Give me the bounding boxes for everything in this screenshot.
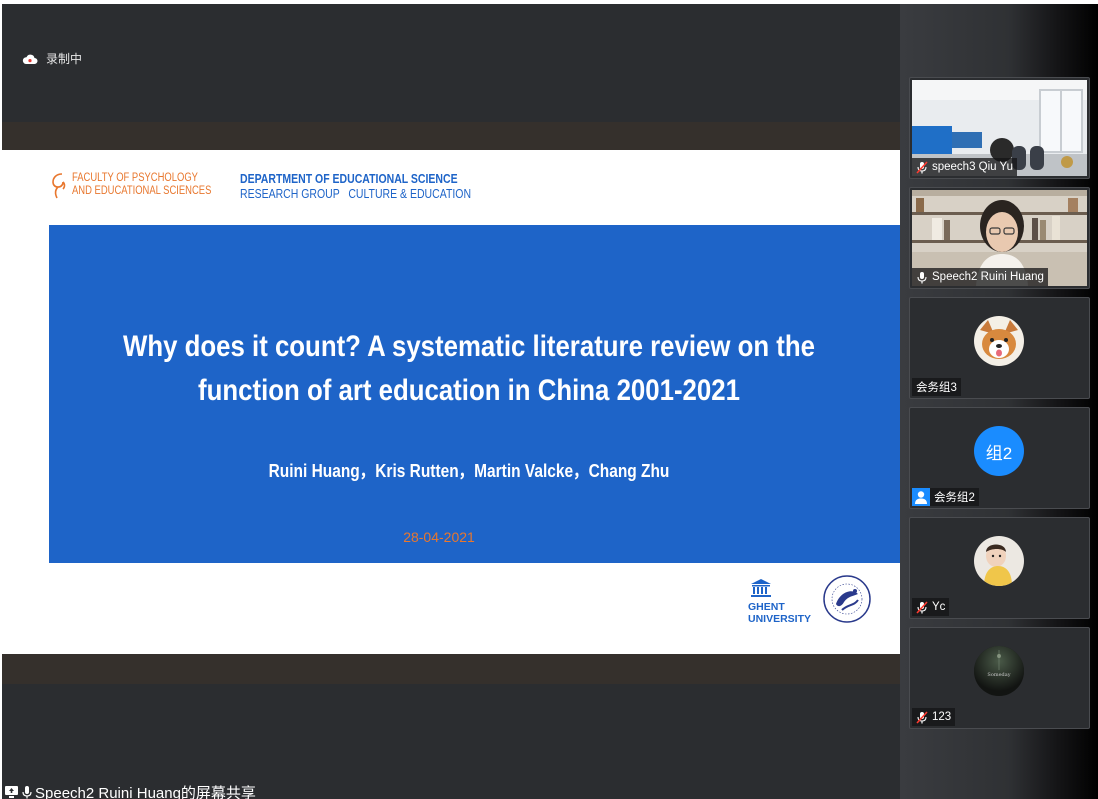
csc-seal-icon <box>823 575 871 623</box>
participant-tile[interactable]: 组2 会务组2 <box>909 407 1090 509</box>
presentation-slide: FACULTY OF PSYCHOLOGY AND EDUCATIONAL SC… <box>2 150 900 654</box>
department-name: DEPARTMENT OF EDUCATIONAL SCIENCE RESEAR… <box>240 172 509 202</box>
participant-name-bar: Yc <box>912 598 950 616</box>
participant-tile[interactable]: speech3 Qiu Yu <box>909 77 1090 179</box>
top-band: 录制中 <box>2 4 900 122</box>
ghent-line-2: UNIVERSITY <box>748 613 812 625</box>
department-line-2: RESEARCH GROUP CULTURE & EDUCATION <box>240 187 472 201</box>
ghent-university-logo: GHENT UNIVERSITY <box>748 578 818 625</box>
cloud-icon <box>22 54 38 64</box>
faculty-line-2: AND EDUCATIONAL SCIENCES <box>72 185 212 197</box>
recording-label: 录制中 <box>46 52 83 66</box>
avatar <box>974 316 1024 366</box>
slide-date: 28-04-2021 <box>403 529 475 545</box>
faculty-line-1: FACULTY OF PSYCHOLOGY <box>72 172 198 184</box>
slide-top-margin <box>2 122 900 150</box>
department-line-1: DEPARTMENT OF EDUCATIONAL SCIENCE <box>240 172 458 186</box>
slide-header: FACULTY OF PSYCHOLOGY AND EDUCATIONAL SC… <box>2 150 900 222</box>
slide-authors: Ruini Huang，Kris Rutten，Martin Valcke，Ch… <box>268 461 670 481</box>
mic-icon <box>22 786 32 799</box>
recording-indicator[interactable]: 录制中 <box>22 50 82 67</box>
participant-name: speech3 Qiu Yu <box>932 161 1013 173</box>
participant-name-bar: Speech2 Ruini Huang <box>912 268 1048 286</box>
screen-share-icon <box>5 786 18 798</box>
slide-bottom-margin <box>2 654 900 684</box>
mic-muted-icon <box>916 600 928 614</box>
participant-name: 会务组3 <box>916 382 957 394</box>
participant-name: 会务组2 <box>934 492 975 504</box>
child-avatar-icon <box>974 536 1024 586</box>
ghent-building-icon <box>751 579 771 597</box>
faculty-mark-icon <box>52 173 66 199</box>
mic-muted-icon <box>916 710 928 724</box>
slide-title: Why does it count? A systematic literatu… <box>108 325 830 413</box>
participant-name: Yc <box>932 601 946 613</box>
faculty-logo: FACULTY OF PSYCHOLOGY AND EDUCATIONAL SC… <box>50 172 272 200</box>
participant-name-bar: 会务组2 <box>912 488 979 506</box>
avatar-caption: Someday <box>987 672 1011 678</box>
participant-tile[interactable]: Yc <box>909 517 1090 619</box>
meeting-window: 录制中 FACULTY OF PSYCHOLOGY AND EDUCATIONA… <box>0 0 1098 799</box>
participant-tile[interactable]: Speech2 Ruini Huang <box>909 187 1090 289</box>
participant-name-bar: 123 <box>912 708 956 726</box>
slide-title-line-1: Why does it count? A systematic literatu… <box>123 330 815 363</box>
user-icon <box>912 488 930 506</box>
avatar: 组2 <box>974 426 1024 476</box>
screen-share-label: Speech2 Ruini Huang的屏幕共享 <box>2 781 260 799</box>
participant-name-bar: 会务组3 <box>912 378 961 396</box>
mic-icon <box>917 271 927 283</box>
dog-avatar-icon <box>974 316 1024 366</box>
participant-name: Speech2 Ruini Huang <box>932 271 1044 283</box>
title-panel: Why does it count? A systematic literatu… <box>49 225 900 563</box>
ghent-line-1: GHENT <box>748 601 785 613</box>
shared-screen[interactable]: 录制中 FACULTY OF PSYCHOLOGY AND EDUCATIONA… <box>2 4 900 799</box>
someday-avatar-icon <box>974 646 1024 696</box>
mic-muted-icon <box>916 160 928 174</box>
participant-name: 123 <box>932 711 952 723</box>
participant-tile[interactable]: Someday 123 <box>909 627 1090 729</box>
faculty-name: FACULTY OF PSYCHOLOGY AND EDUCATIONAL SC… <box>72 172 236 198</box>
participant-name-bar: speech3 Qiu Yu <box>912 158 1017 176</box>
slide-title-line-2: function of art education in China 2001-… <box>198 374 740 407</box>
screen-share-text: Speech2 Ruini Huang的屏幕共享 <box>35 784 256 799</box>
avatar <box>974 536 1024 586</box>
participant-tile[interactable]: 会务组3 <box>909 297 1090 399</box>
avatar: Someday <box>974 646 1024 696</box>
